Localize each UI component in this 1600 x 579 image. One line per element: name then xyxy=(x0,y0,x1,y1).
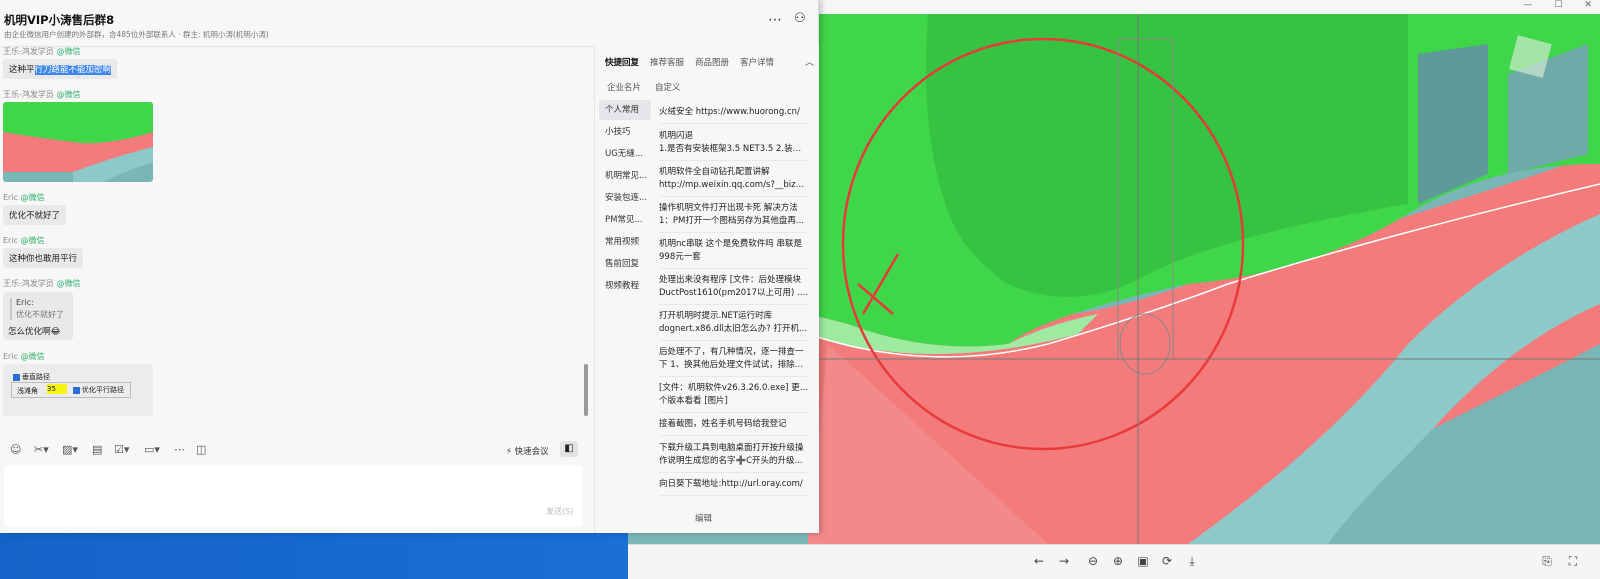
emoji-icon[interactable]: ☺ xyxy=(10,443,21,456)
selected-text: 行刀路能不能加密啊 xyxy=(34,65,112,75)
quote-text: 优化不就好了 xyxy=(16,310,64,319)
message-scrollbar[interactable] xyxy=(584,364,588,416)
message-sender: 王乐-鸿发学员 @微信 xyxy=(3,47,81,56)
message-bubble[interactable]: 这种平行刀路能不能加密啊 xyxy=(3,59,118,79)
edit-button[interactable]: 编辑 xyxy=(695,512,712,524)
message-list: 王乐-鸿发学员 @微信 这种平行刀路能不能加密啊 王乐-鸿发学员 @微信 Eri… xyxy=(0,46,594,436)
window-controls: — ☐ ✕ xyxy=(1523,0,1592,10)
message-input[interactable] xyxy=(4,466,582,526)
tab-recommend-service[interactable]: 推荐客服 xyxy=(650,56,684,68)
subtab-custom[interactable]: 自定义 xyxy=(655,81,681,93)
task-icon[interactable]: ☑▾ xyxy=(114,443,129,456)
message-sender: Eric @微信 xyxy=(3,352,45,361)
rotate-icon[interactable]: ⟳ xyxy=(1158,552,1176,570)
category-list: 个人常用 小技巧 UG无缝... 机明常见... 安装包连... PM常见...… xyxy=(595,100,653,500)
quote-author: Eric: xyxy=(16,298,34,307)
category-item[interactable]: 小技巧 xyxy=(599,122,651,142)
fit-screen-icon[interactable]: ▣ xyxy=(1134,552,1152,570)
reply-item[interactable]: [文件：机明软件v26.3.26.0.exe] 更新这 个版本看看 [图片] xyxy=(659,382,809,413)
reply-item[interactable]: 机明nc串联 这个是免费软件吗 串联是 998元一套 xyxy=(659,238,809,269)
translate-icon[interactable]: ⎘ xyxy=(1538,552,1556,570)
message-sender: Eric @微信 xyxy=(3,193,45,202)
message-sender: 王乐-鸿发学员 @微信 xyxy=(3,279,81,288)
viewer-toolbar: ← → ⊖ ⊕ ▣ ⟳ ⤓ ⎘ ⛶ xyxy=(628,544,1600,579)
image-label: 浅滩角 xyxy=(17,387,38,395)
category-item[interactable]: 安装包连... xyxy=(599,188,651,208)
reply-list: 火绒安全 https://www.huorong.cn/ 机明闪退 1.是否有安装… xyxy=(655,100,813,500)
quote-bar xyxy=(10,298,12,320)
image-checkbox-optimize: 优化平行路径 xyxy=(73,385,124,395)
chevron-up-icon[interactable]: ︿ xyxy=(805,55,814,68)
add-member-icon[interactable]: ⚇ xyxy=(794,11,806,26)
reply-item[interactable]: 下载升级工具到电脑桌面打开按升级操 作说明生成您的名字➕C开头的升级... xyxy=(659,442,809,473)
more-options-icon[interactable]: ⋯ xyxy=(768,12,782,28)
message-image[interactable] xyxy=(3,102,153,182)
zoom-out-icon[interactable]: ⊖ xyxy=(1084,552,1102,570)
quick-reply-panel: 快捷回复 推荐客服 商品图册 客户详情 ︿ 企业名片 自定义 个人常用 小技巧 … xyxy=(594,46,819,533)
send-button[interactable]: 发送(S) xyxy=(546,506,573,517)
message-bubble[interactable]: 这种你也敢用平行 xyxy=(3,248,84,268)
image-icon[interactable]: ▨▾ xyxy=(62,443,78,456)
maximize-icon[interactable]: ☐ xyxy=(1554,0,1562,10)
quick-meeting-button[interactable]: ⚡ 快速会议 xyxy=(506,445,549,457)
message-image[interactable]: 垂直路径 浅滩角 35 优化平行路径 xyxy=(3,364,153,416)
sidebar-toggle-icon[interactable]: ◧ xyxy=(560,441,578,457)
quoted-reply-bubble[interactable]: Eric: 优化不就好了 怎么优化啊😂 xyxy=(3,292,73,340)
folder-icon[interactable]: ▭▾ xyxy=(144,443,160,456)
category-item[interactable]: 视频教程 xyxy=(599,276,651,296)
minimize-icon[interactable]: — xyxy=(1523,0,1532,10)
next-icon[interactable]: → xyxy=(1055,552,1073,570)
message-sender: Eric @微信 xyxy=(3,236,45,245)
category-item[interactable]: PM常见... xyxy=(599,210,651,230)
tab-quick-reply[interactable]: 快捷回复 xyxy=(605,56,639,68)
screenshot-icon[interactable]: ✂▾ xyxy=(34,443,49,456)
reply-item[interactable]: 机明闪退 1.是否有安装框架3.5 NET3.5 2.装了要... xyxy=(659,130,809,161)
reply-item[interactable]: 后处理不了，有几种情况，逐一排查一下 1、换其他后处理文件试试，排除本... xyxy=(659,346,809,377)
tab-product-album[interactable]: 商品图册 xyxy=(695,56,729,68)
more-tools-icon[interactable]: ⋯ xyxy=(174,443,185,456)
message-text: 怎么优化啊😂 xyxy=(8,327,61,337)
image-value: 35 xyxy=(47,384,67,394)
zoom-in-icon[interactable]: ⊕ xyxy=(1109,552,1127,570)
category-item[interactable]: UG无缝... xyxy=(599,144,651,164)
reply-item[interactable]: 处理出来没有程序 [文件：后处理模块 DuctPost1610(pm2017以上可… xyxy=(659,274,809,305)
reply-item[interactable]: 火绒安全 https://www.huorong.cn/ xyxy=(659,106,809,124)
chat-subtitle: 由企业微信用户创建的外部群，含485位外部联系人 · 群主: 机明小涛(机明小涛… xyxy=(4,30,269,39)
meeting-icon[interactable]: ◫ xyxy=(196,443,206,456)
message-sender: 王乐-鸿发学员 @微信 xyxy=(3,90,81,99)
input-toolbar: ☺ ✂▾ ▨▾ ▤ ☑▾ ▭▾ ⋯ ◫ ⚡ 快速会议 ◧ xyxy=(0,437,594,463)
reply-item[interactable]: 机明软件全自动钻孔配置讲解 http://mp.weixin.qq.com/s?_… xyxy=(659,166,809,197)
download-icon[interactable]: ⤓ xyxy=(1183,552,1201,570)
image-checkbox-vertical: 垂直路径 xyxy=(13,372,50,382)
message-bubble[interactable]: 优化不就好了 xyxy=(3,205,67,225)
document-icon[interactable]: ▤ xyxy=(92,443,102,456)
chat-title: 机明VIP小涛售后群8 xyxy=(4,13,115,27)
reply-item[interactable]: 打开机明时提示.NET运行时库 dognert.x86.dll太旧怎么办? 打开机… xyxy=(659,310,809,341)
reply-item[interactable]: 向日葵下载地址:http://url.oray.com/ xyxy=(659,478,809,496)
category-item[interactable]: 售前回复 xyxy=(599,254,651,274)
close-icon[interactable]: ✕ xyxy=(1584,0,1592,10)
reply-item[interactable]: 操作机明文件打开出现卡死 解决方法 1：PM打开一个图档另存为其他盘再... xyxy=(659,202,809,233)
reply-item[interactable]: 接着截图，姓名手机号码给我登记 xyxy=(659,418,809,436)
category-item[interactable]: 常用视频 xyxy=(599,232,651,252)
chat-window: 机明VIP小涛售后群8 由企业微信用户创建的外部群，含485位外部联系人 · 群… xyxy=(0,0,819,533)
category-item[interactable]: 个人常用 xyxy=(599,100,651,120)
fullscreen-icon[interactable]: ⛶ xyxy=(1564,552,1582,570)
prev-icon[interactable]: ← xyxy=(1030,552,1048,570)
tab-customer-detail[interactable]: 客户详情 xyxy=(740,56,774,68)
chat-header: 机明VIP小涛售后群8 由企业微信用户创建的外部群，含485位外部联系人 · 群… xyxy=(0,0,818,47)
category-item[interactable]: 机明常见... xyxy=(599,166,651,186)
subtab-company-card[interactable]: 企业名片 xyxy=(607,81,641,93)
